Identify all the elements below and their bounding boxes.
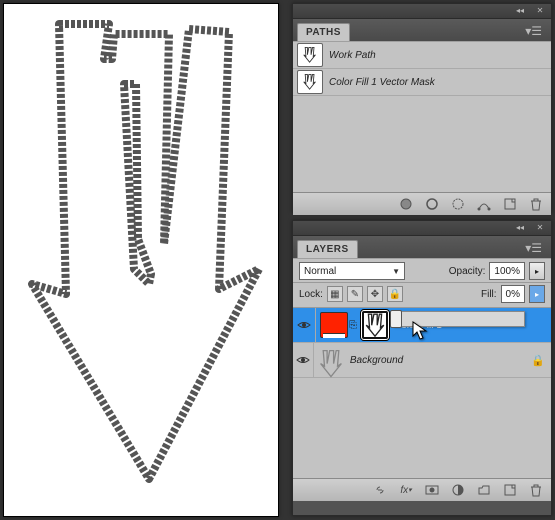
fill-stepper[interactable]: ▸ [529, 285, 545, 303]
visibility-toggle-icon[interactable] [295, 352, 311, 368]
close-icon[interactable]: ✕ [533, 223, 547, 233]
vector-mask-thumb[interactable] [362, 311, 388, 339]
paths-titlebar: ◂◂ ✕ [293, 4, 551, 19]
add-mask-icon[interactable] [425, 483, 439, 497]
lock-position-icon[interactable]: ✥ [367, 286, 383, 302]
close-icon[interactable]: ✕ [533, 6, 547, 16]
layers-lock-row: Lock: ▦ ✎ ✥ 🔒 Fill: 0% ▸ [293, 283, 551, 308]
adjustment-layer-icon[interactable] [451, 483, 465, 497]
layers-tabs: LAYERS ▾☰ [293, 236, 551, 259]
lock-label: Lock: [299, 289, 323, 300]
layer-name[interactable]: Background [350, 355, 403, 366]
layers-panel: ◂◂ ✕ LAYERS ▾☰ Normal ▼ Opacity: 100% ▸ … [292, 220, 552, 516]
collapse-icon[interactable]: ◂◂ [513, 6, 527, 16]
path-row[interactable]: Color Fill 1 Vector Mask [293, 69, 551, 96]
link-layers-icon[interactable] [373, 483, 387, 497]
fill-path-icon[interactable] [399, 197, 413, 211]
trash-icon[interactable] [529, 197, 543, 211]
visibility-toggle-icon[interactable] [296, 317, 312, 333]
arrow-artwork [4, 4, 278, 516]
stroke-path-icon[interactable] [425, 197, 439, 211]
fill-value: 0% [506, 289, 520, 300]
opacity-input[interactable]: 100% [489, 262, 525, 280]
opacity-stepper[interactable]: ▸ [529, 262, 545, 280]
fill-input[interactable]: 0% [501, 285, 525, 303]
layers-titlebar: ◂◂ ✕ [293, 221, 551, 236]
mask-link-icon[interactable]: ⎘ [348, 320, 358, 331]
layers-footer: fx▾ [293, 478, 551, 501]
path-row[interactable]: Work Path [293, 42, 551, 69]
fx-icon[interactable]: fx▾ [399, 483, 413, 497]
paths-panel: ◂◂ ✕ PATHS ▾☰ Work Path Color Fill 1 Vec… [292, 3, 552, 213]
collapse-icon[interactable]: ◂◂ [513, 223, 527, 233]
layer-row[interactable]: Background 🔒 [293, 343, 551, 378]
blend-mode-value: Normal [304, 266, 336, 277]
fill-slider[interactable] [393, 311, 525, 327]
new-layer-icon[interactable] [503, 483, 517, 497]
panel-menu-icon[interactable]: ▾☰ [522, 21, 545, 41]
make-path-icon[interactable] [477, 197, 491, 211]
opacity-value: 100% [494, 266, 520, 277]
fill-label: Fill: [481, 289, 497, 300]
lock-pixels-icon[interactable]: ✎ [347, 286, 363, 302]
fill-slider-knob[interactable] [390, 310, 402, 328]
path-thumb-icon [297, 43, 323, 67]
layer-thumb [318, 348, 344, 372]
lock-icon: 🔒 [531, 354, 545, 367]
path-to-selection-icon[interactable] [451, 197, 465, 211]
path-thumb-icon [297, 70, 323, 94]
layer-color-swatch [320, 312, 348, 338]
panel-menu-icon[interactable]: ▾☰ [522, 238, 545, 258]
trash-icon[interactable] [529, 483, 543, 497]
paths-footer [293, 192, 551, 215]
group-icon[interactable] [477, 483, 491, 497]
paths-list: Work Path Color Fill 1 Vector Mask [293, 42, 551, 192]
opacity-label: Opacity: [449, 266, 486, 277]
lock-transparent-icon[interactable]: ▦ [327, 286, 343, 302]
lock-all-icon[interactable]: 🔒 [387, 286, 403, 302]
blend-mode-select[interactable]: Normal ▼ [299, 262, 405, 280]
chevron-down-icon: ▼ [392, 267, 400, 276]
path-label: Color Fill 1 Vector Mask [329, 77, 435, 88]
path-label: Work Path [329, 50, 376, 61]
tab-paths[interactable]: PATHS [297, 23, 350, 41]
layers-blend-row: Normal ▼ Opacity: 100% ▸ [293, 259, 551, 283]
paths-tabs: PATHS ▾☰ [293, 19, 551, 42]
tab-layers[interactable]: LAYERS [297, 240, 358, 258]
new-path-icon[interactable] [503, 197, 517, 211]
layers-list: ⎘ Color Fill 1 Background 🔒 [293, 308, 551, 478]
document-canvas[interactable] [3, 3, 279, 517]
